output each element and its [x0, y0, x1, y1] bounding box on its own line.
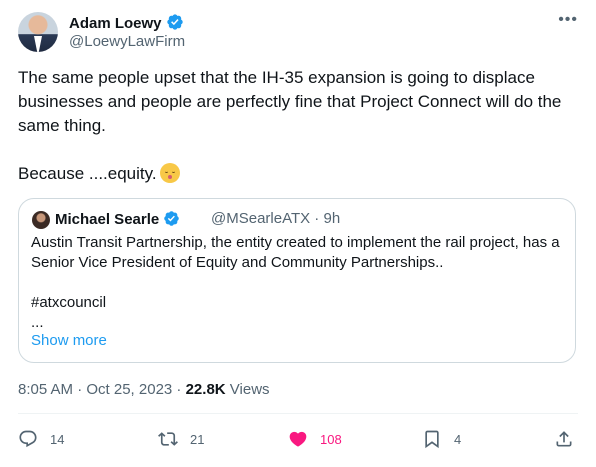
share-button[interactable]	[554, 426, 586, 452]
views-count: 22.8K	[185, 381, 226, 398]
quoted-author-avatar	[32, 211, 50, 229]
repost-button[interactable]: 21	[158, 426, 204, 452]
bookmark-icon	[425, 430, 439, 449]
quoted-tweet[interactable]: Michael Searle @MSearleATX · 9h Austin T…	[18, 198, 576, 363]
views-label: Views	[225, 381, 270, 398]
divider	[18, 413, 578, 414]
bookmark-button[interactable]: 4	[422, 426, 461, 452]
quoted-tweet-text: Austin Transit Partnership, the entity c…	[31, 234, 560, 331]
tweet-timestamp[interactable]: 8:05 AM · Oct 25, 2023 ·	[18, 381, 186, 398]
reply-button[interactable]: 14	[18, 426, 64, 452]
author-handle[interactable]: @LoewyLawFirm	[69, 33, 185, 51]
tweet-text-line2: Because ....equity.	[18, 164, 157, 183]
reply-count: 14	[50, 431, 65, 447]
verified-badge-icon	[166, 14, 183, 30]
repost-count: 21	[190, 431, 205, 447]
show-more-link[interactable]: Show more	[31, 331, 107, 351]
like-count: 108	[320, 431, 342, 447]
kissing-face-emoji-icon	[159, 163, 180, 183]
quoted-author-handle: @MSearleATX · 9h	[211, 210, 341, 227]
bookmark-count: 4	[454, 431, 462, 447]
more-options-icon[interactable]: •••	[558, 12, 578, 28]
author-avatar[interactable]	[18, 12, 58, 52]
like-button[interactable]: 108	[288, 426, 342, 452]
verified-badge-icon	[164, 211, 179, 226]
tweet-text-line1: The same people upset that the IH-35 exp…	[18, 68, 567, 135]
tweet-metadata: 8:05 AM · Oct 25, 2023 · 22.8K Views	[18, 381, 270, 399]
action-bar: 14 21 108 4	[18, 426, 578, 452]
repost-icon	[158, 432, 178, 446]
quoted-author-name: Michael Searle	[55, 210, 180, 229]
author-name[interactable]: Adam Loewy	[69, 13, 184, 33]
tweet-text: The same people upset that the IH-35 exp…	[18, 66, 583, 186]
author-name-text[interactable]: Adam Loewy	[69, 15, 162, 32]
quoted-author-name-text: Michael Searle	[55, 211, 160, 228]
heart-icon	[289, 431, 307, 447]
share-icon	[556, 431, 572, 447]
reply-icon	[19, 430, 37, 448]
